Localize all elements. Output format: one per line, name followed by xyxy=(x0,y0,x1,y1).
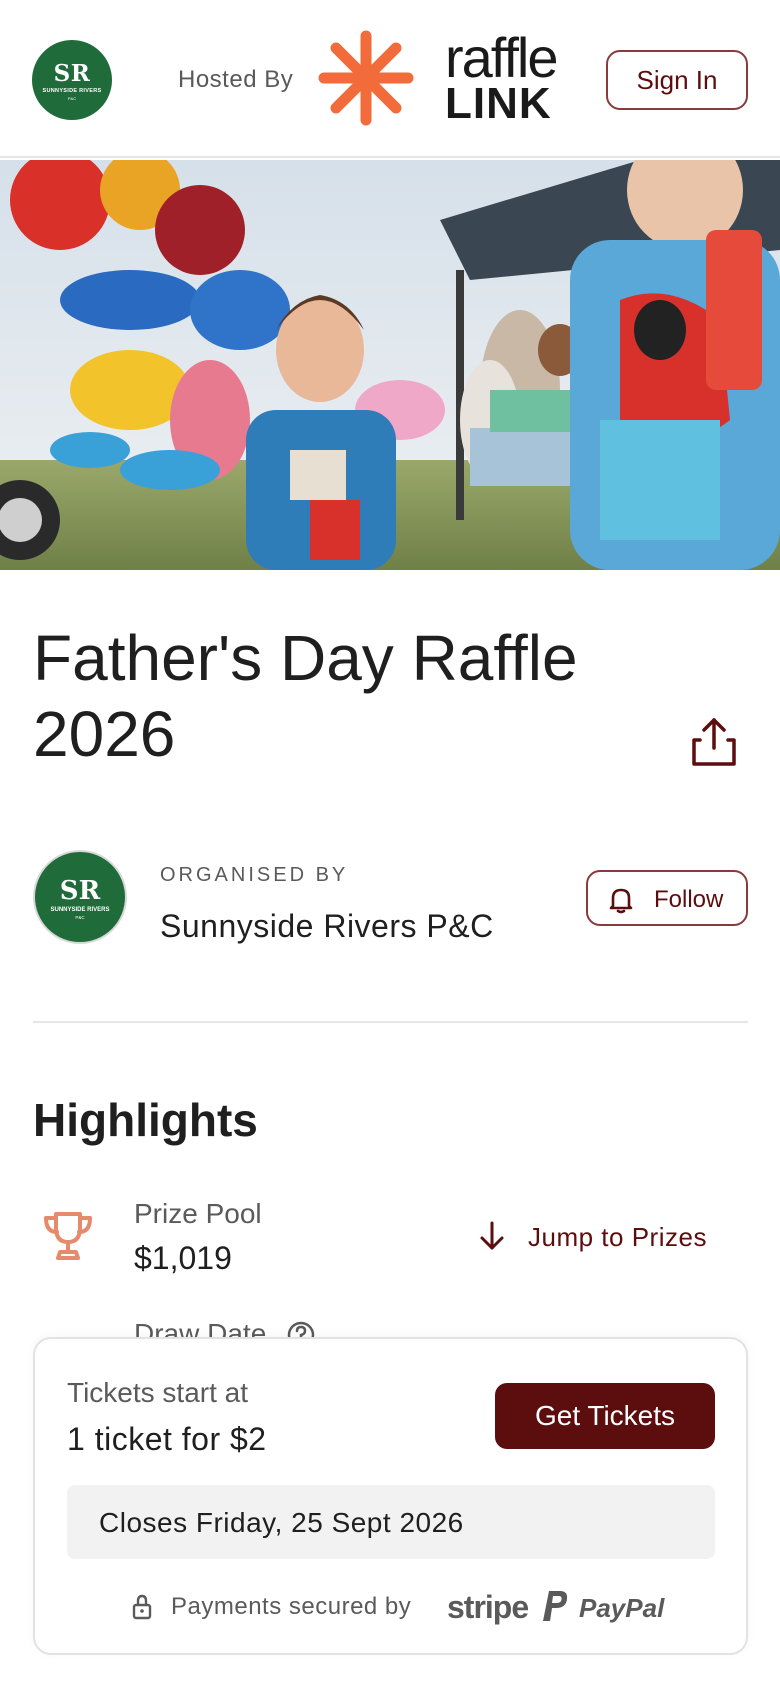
lock-icon xyxy=(132,1594,152,1620)
organiser-logo-line2: P&C xyxy=(75,915,85,920)
tickets-start-value: 1 ticket for $2 xyxy=(67,1421,267,1457)
ticket-purchase-card: Tickets start at 1 ticket for $2 Get Tic… xyxy=(33,1337,748,1655)
share-icon[interactable] xyxy=(690,716,738,768)
highlights-heading: Highlights xyxy=(33,1094,258,1146)
arrow-down-icon xyxy=(480,1221,504,1250)
payments-secured-label: Payments secured by xyxy=(171,1593,412,1620)
follow-button[interactable]: Follow xyxy=(586,870,748,926)
closing-date-text: Closes Friday, 25 Sept 2026 xyxy=(99,1507,464,1538)
section-divider xyxy=(33,1021,748,1023)
stripe-logo: stripe xyxy=(447,1589,529,1625)
host-logo-monogram: SR xyxy=(53,60,91,87)
payments-secured-row: Payments secured by stripe PayPal xyxy=(131,1589,691,1629)
organiser-logo-line1: SUNNYSIDE RIVERS xyxy=(50,907,110,913)
paypal-logo: PayPal xyxy=(579,1593,665,1623)
prize-pool-value: $1,019 xyxy=(134,1240,232,1276)
tickets-start-label: Tickets start at xyxy=(67,1377,249,1408)
top-header: SR SUNNYSIDE RIVERS P&C Hosted By raffle… xyxy=(0,0,780,158)
rafflelink-star-icon xyxy=(318,30,414,126)
get-tickets-button[interactable]: Get Tickets xyxy=(495,1383,715,1449)
organiser-logo-monogram: SR xyxy=(59,876,101,906)
organised-by-label: ORGANISED BY xyxy=(160,864,349,886)
organiser-logo[interactable]: SR SUNNYSIDE RIVERS P&C xyxy=(33,850,127,944)
hero-image xyxy=(0,160,780,570)
host-logo[interactable]: SR SUNNYSIDE RIVERS P&C xyxy=(32,40,112,120)
host-logo-line2: P&C xyxy=(67,96,77,101)
brand-word-link: LINK xyxy=(445,79,552,128)
trophy-icon xyxy=(44,1212,92,1260)
jump-to-prizes-link[interactable]: Jump to Prizes xyxy=(470,1218,740,1258)
hosted-by-label: Hosted By xyxy=(178,66,294,93)
brand-word-raffle: raffle xyxy=(445,26,558,89)
follow-label: Follow xyxy=(654,886,724,913)
closing-date-banner: Closes Friday, 25 Sept 2026 xyxy=(67,1485,715,1559)
jump-to-prizes-label: Jump to Prizes xyxy=(528,1222,707,1252)
host-logo-line1: SUNNYSIDE RIVERS xyxy=(42,88,102,94)
paypal-icon xyxy=(543,1591,568,1621)
bell-icon xyxy=(609,888,633,914)
raffle-title: Father's Day Raffle 2026 xyxy=(33,622,578,770)
rafflelink-logo[interactable]: raffle LINK xyxy=(445,26,558,128)
organiser-name[interactable]: Sunnyside Rivers P&C xyxy=(160,908,494,945)
sign-in-button[interactable]: Sign In xyxy=(606,50,748,110)
prize-pool-label: Prize Pool xyxy=(134,1198,262,1229)
hero-photo xyxy=(0,160,780,570)
